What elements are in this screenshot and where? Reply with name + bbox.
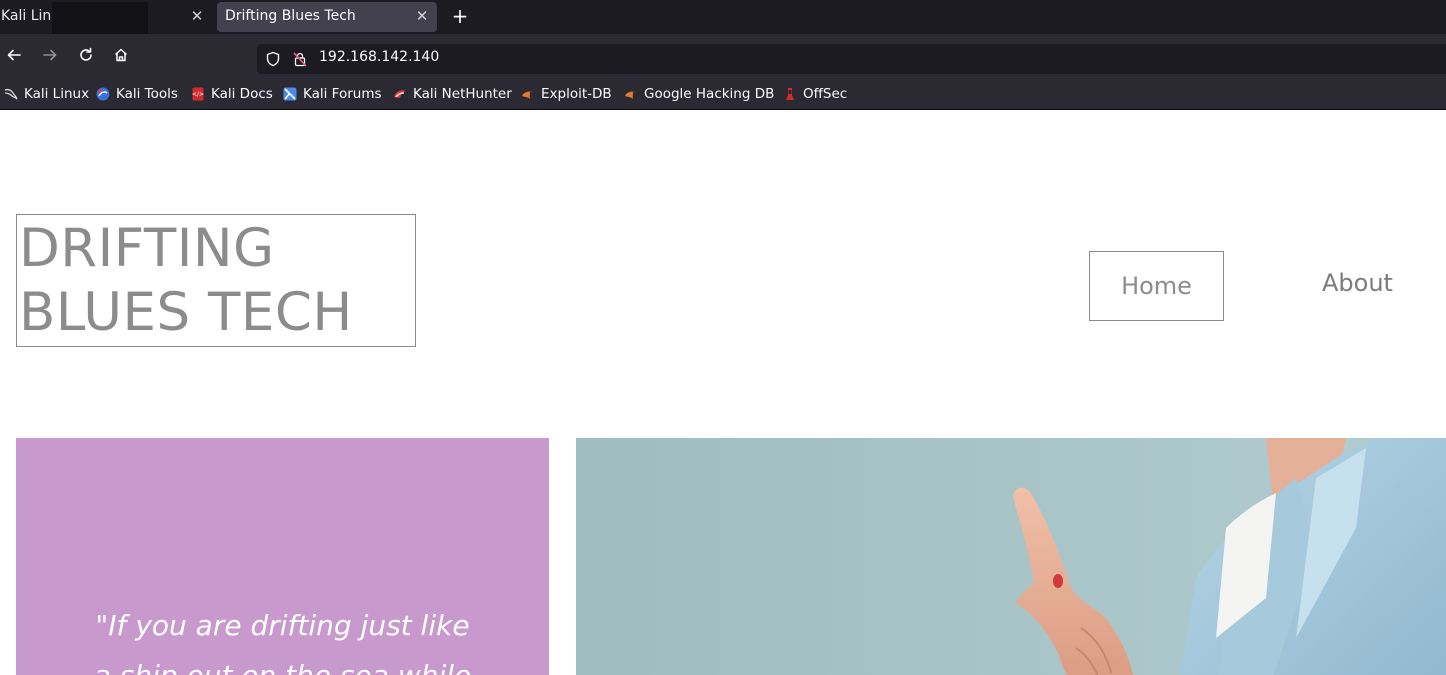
tab-drifting-blues-tech[interactable]: Drifting Blues Tech ✕ <box>217 2 437 32</box>
bookmark-label: Kali Linux <box>24 86 90 102</box>
new-tab-button[interactable]: + <box>448 4 472 28</box>
site-logo-text: DRIFTING BLUES TECH <box>19 218 353 343</box>
bookmark-offsec[interactable]: OffSec <box>783 85 847 103</box>
forward-arrow-icon <box>43 49 57 61</box>
bookmarks-toolbar: Kali Linux Kali Tools </> Kali Docs Kali… <box>0 76 1446 110</box>
bookmark-exploit-db[interactable]: Exploit-DB <box>521 85 612 103</box>
bookmark-kali-nethunter[interactable]: Kali NetHunter <box>393 85 512 103</box>
home-button[interactable] <box>108 42 134 68</box>
address-bar[interactable]: 192.168.142.140 <box>257 44 1446 74</box>
nethunter-icon <box>394 90 406 98</box>
tab-strip: Kali Linux ✕ Drifting Blues Tech ✕ + <box>0 0 1446 34</box>
bookmark-label: Exploit-DB <box>541 86 612 102</box>
kali-docs-icon: </> <box>192 87 204 101</box>
ghdb-icon <box>625 91 636 99</box>
tab-title: Drifting Blues Tech <box>225 8 356 24</box>
site-logo[interactable]: DRIFTING BLUES TECH <box>16 214 416 347</box>
bookmark-label: Kali Tools <box>116 86 178 102</box>
reload-button[interactable] <box>73 42 99 68</box>
svg-text:</>: </> <box>192 91 204 98</box>
quote-text: "If you are drifting just like a ship ou… <box>94 609 472 675</box>
bookmark-label: Kali NetHunter <box>413 86 512 102</box>
forward-button[interactable] <box>37 42 63 68</box>
url-text: 192.168.142.140 <box>319 49 440 65</box>
quote-panel: "If you are drifting just like a ship ou… <box>16 438 549 675</box>
reload-icon <box>80 47 92 61</box>
offsec-icon <box>786 88 794 100</box>
bookmark-kali-forums[interactable]: Kali Forums <box>283 85 382 103</box>
kali-dragon-icon <box>4 88 18 100</box>
bookmark-kali-docs[interactable]: </> Kali Docs <box>191 85 273 103</box>
nav-home-link[interactable]: Home <box>1089 251 1224 321</box>
exploit-db-icon <box>522 91 533 99</box>
bookmark-kali-tools[interactable]: Kali Tools <box>96 85 178 103</box>
bookmark-kali-linux[interactable]: Kali Linux <box>4 85 89 103</box>
hero-photo <box>576 438 1446 675</box>
woman-pointing-illustration <box>576 438 1446 675</box>
kali-tools-icon <box>96 87 110 101</box>
bookmark-label: OffSec <box>803 86 848 102</box>
bookmark-google-hacking-db[interactable]: Google Hacking DB <box>624 85 774 103</box>
shield-icon[interactable] <box>265 51 281 67</box>
nav-about-link[interactable]: About <box>1322 269 1393 297</box>
back-button[interactable] <box>1 42 27 68</box>
page-content: DRIFTING BLUES TECH Home About "If you a… <box>0 110 1446 675</box>
insecure-lock-icon[interactable] <box>292 51 308 67</box>
kali-forums-icon <box>283 87 297 101</box>
bookmark-label: Kali Docs <box>211 86 273 102</box>
bookmark-label: Google Hacking DB <box>644 86 775 102</box>
tab-kali-linux[interactable]: Kali Linux ✕ <box>0 2 212 34</box>
tab-title-redaction <box>52 2 148 34</box>
back-arrow-icon <box>7 49 21 61</box>
bookmark-label: Kali Forums <box>303 86 382 102</box>
home-icon <box>114 48 128 62</box>
close-icon[interactable]: ✕ <box>188 7 206 25</box>
close-icon[interactable]: ✕ <box>413 7 431 25</box>
